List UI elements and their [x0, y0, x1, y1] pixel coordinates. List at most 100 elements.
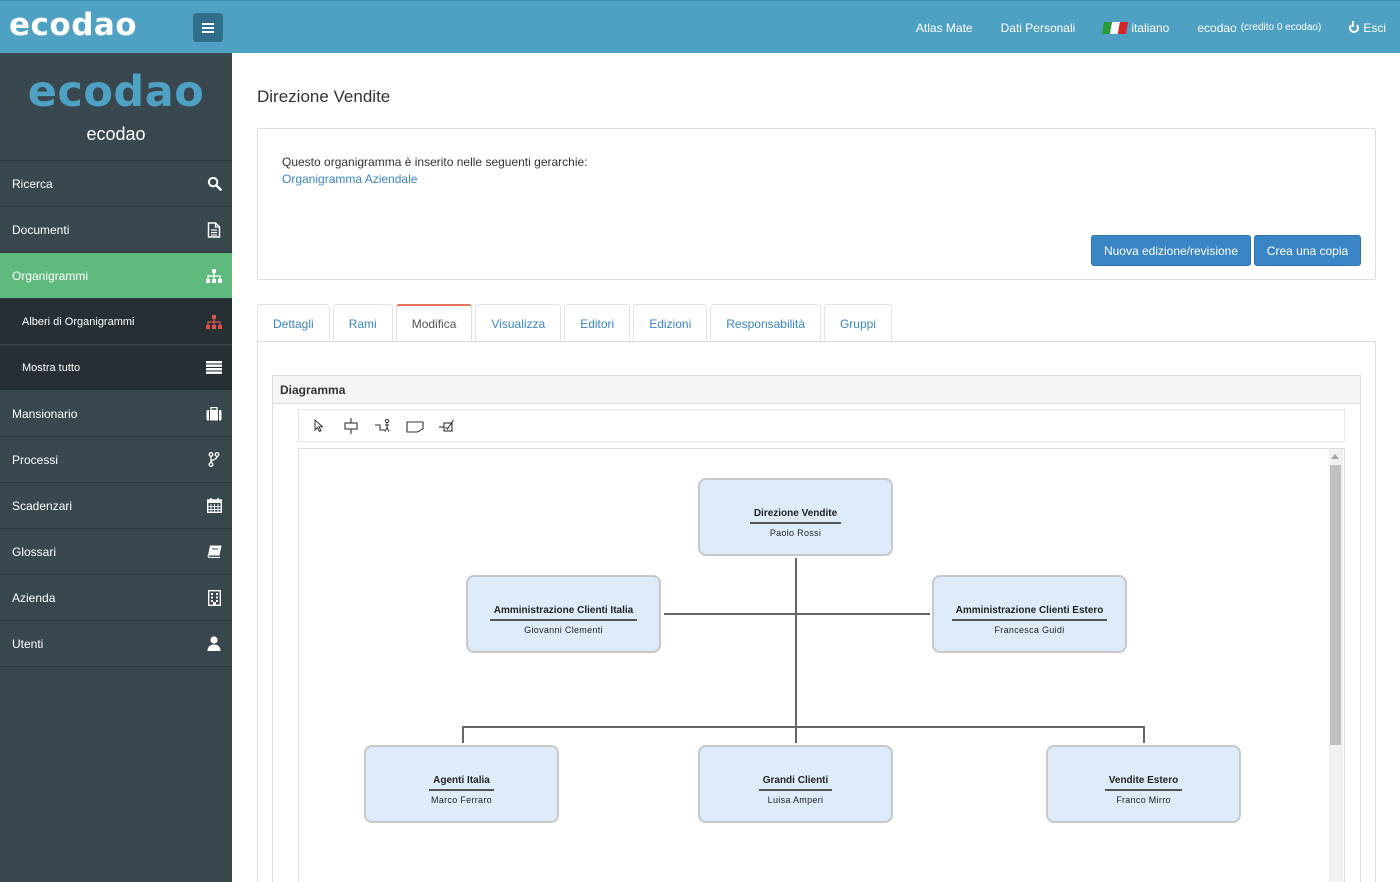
sidebar-item-label: Processi — [12, 452, 59, 467]
sidebar-item-label: Scadenzari — [12, 498, 73, 513]
hierarchy-info-text: Questo organigramma è inserito nelle seg… — [282, 155, 588, 169]
node-title: Direzione Vendite — [749, 508, 842, 524]
diagram-panel: Diagramma Direzione Vendite Paolo Rossi … — [272, 375, 1361, 882]
sidebar-item-utenti[interactable]: Utenti — [0, 621, 232, 667]
sidebar-item-label: Documenti — [12, 222, 70, 237]
language-label: italiano — [1131, 20, 1170, 35]
sidebar-item-glossari[interactable]: Glossari — [0, 529, 232, 575]
sidebar-subitem-label: Alberi di Organigrammi — [22, 315, 135, 328]
diagram-canvas[interactable]: Direzione Vendite Paolo Rossi Amministra… — [298, 448, 1345, 882]
node-title: Agenti Italia — [429, 775, 494, 791]
connector-line — [795, 558, 797, 743]
sidebar-company-name: ecodao — [86, 124, 146, 144]
sitemap-icon — [206, 268, 222, 284]
scrollbar-thumb[interactable] — [1330, 465, 1341, 745]
create-copy-button[interactable]: Crea una copia — [1254, 235, 1361, 266]
sidebar: ecodao ecodao Ricerca Documenti Organigr… — [0, 53, 232, 882]
tab-rami[interactable]: Rami — [332, 304, 393, 342]
org-node-amministrazione-clienti-italia[interactable]: Amministrazione Clienti Italia Giovanni … — [466, 575, 661, 653]
org-node-vendite-estero[interactable]: Vendite Estero Franco Mirro — [1046, 745, 1241, 823]
personal-data-label: Dati Personali — [1000, 20, 1076, 35]
sidebar-item-mansionario[interactable]: Mansionario — [0, 391, 232, 437]
org-node-direzione-vendite[interactable]: Direzione Vendite Paolo Rossi — [698, 478, 893, 556]
tab-editori[interactable]: Editori — [564, 304, 631, 342]
sidebar-item-label: Glossari — [12, 544, 57, 559]
credit-label: (credito 0 ecodao) — [1240, 22, 1322, 33]
org-node-agenti-italia[interactable]: Agenti Italia Marco Ferraro — [364, 745, 559, 823]
sidebar-item-processi[interactable]: Processi — [0, 437, 232, 483]
tab-responsabilita[interactable]: Responsabilità — [710, 304, 821, 342]
branch-icon — [206, 452, 222, 468]
sidebar-item-label: Utenti — [12, 636, 44, 651]
node-person: Francesca Guidi — [994, 625, 1065, 635]
sidebar-subitem-alberi[interactable]: Alberi di Organigrammi — [0, 299, 232, 345]
language-selector[interactable]: italiano — [1089, 21, 1183, 35]
logout-link[interactable]: Esci — [1335, 20, 1400, 35]
calendar-icon — [206, 498, 222, 514]
connector-tool-icon[interactable] — [373, 416, 393, 436]
connector-line — [462, 726, 1145, 728]
sidebar-item-label: Mansionario — [12, 406, 78, 421]
sidebar-item-organigrammi[interactable]: Organigrammi — [0, 253, 232, 299]
sidebar-subitem-mostra-tutto[interactable]: Mostra tutto — [0, 345, 232, 391]
book-icon — [206, 544, 222, 560]
diagram-scrollbar[interactable] — [1329, 449, 1343, 882]
top-navbar: ecodao Atlas Mate Dati Personali italian… — [0, 0, 1400, 53]
sidebar-item-azienda[interactable]: Azienda — [0, 575, 232, 621]
hierarchy-info-panel: Questo organigramma è inserito nelle seg… — [257, 128, 1376, 280]
building-icon — [206, 589, 222, 606]
sidebar-subitem-label: Mostra tutto — [22, 361, 81, 374]
brand-logo[interactable]: ecodao — [9, 7, 137, 43]
pointer-tool-icon[interactable] — [309, 416, 329, 436]
scroll-up-arrow-icon[interactable] — [1331, 454, 1339, 459]
diagram-toolbar — [298, 409, 1345, 442]
tab-modifica[interactable]: Modifica — [395, 304, 473, 342]
user-icon — [206, 636, 222, 652]
node-person: Paolo Rossi — [769, 528, 822, 538]
atlas-mate-link[interactable]: Atlas Mate — [902, 21, 987, 35]
tab-dettagli[interactable]: Dettagli — [257, 304, 330, 342]
sidebar-brand: ecodao ecodao — [0, 53, 232, 161]
atlas-mate-label: Atlas Mate — [915, 20, 973, 35]
sidebar-item-scadenzari[interactable]: Scadenzari — [0, 483, 232, 529]
connector-line — [1143, 726, 1145, 743]
tab-visualizza[interactable]: Visualizza — [475, 304, 562, 342]
tab-gruppi[interactable]: Gruppi — [823, 304, 892, 342]
org-node-amministrazione-clienti-estero[interactable]: Amministrazione Clienti Estero Francesca… — [932, 575, 1127, 653]
org-node-grandi-clienti[interactable]: Grandi Clienti Luisa Amperi — [698, 745, 893, 823]
node-tool-icon[interactable] — [341, 416, 361, 436]
power-icon — [1349, 20, 1360, 33]
tab-bar: Dettagli Rami Modifica Visualizza Editor… — [257, 304, 895, 342]
list-icon — [206, 360, 222, 376]
logout-label: Esci — [1363, 20, 1386, 35]
personal-data-link[interactable]: Dati Personali — [987, 21, 1090, 35]
diagram-panel-title: Diagramma — [273, 376, 1360, 404]
check-tool-icon[interactable] — [437, 416, 457, 436]
sidebar-logo: ecodao — [27, 67, 205, 117]
node-title: Vendite Estero — [1104, 775, 1183, 791]
menu-toggle-button[interactable] — [193, 13, 223, 42]
sidebar-item-documenti[interactable]: Documenti — [0, 207, 232, 253]
main-content: Direzione Vendite Questo organigramma è … — [232, 53, 1400, 882]
node-title: Grandi Clienti — [758, 775, 833, 791]
italian-flag-icon — [1102, 21, 1129, 34]
document-icon — [206, 221, 222, 238]
node-title: Amministrazione Clienti Estero — [951, 605, 1108, 621]
node-person: Luisa Amperi — [767, 795, 824, 805]
account-link[interactable]: ecodao (credito 0 ecodao) — [1183, 21, 1335, 35]
note-tool-icon[interactable] — [405, 416, 425, 436]
hierarchy-link[interactable]: Organigramma Aziendale — [282, 172, 417, 186]
sidebar-item-ricerca[interactable]: Ricerca — [0, 161, 232, 207]
account-label: ecodao — [1197, 20, 1237, 35]
search-icon — [206, 176, 222, 192]
node-person: Franco Mirro — [1116, 795, 1171, 805]
node-person: Marco Ferraro — [431, 795, 492, 805]
connector-line — [462, 726, 464, 743]
connector-line — [664, 613, 930, 615]
tab-edizioni[interactable]: Edizioni — [633, 304, 708, 342]
node-person: Giovanni Clementi — [524, 625, 603, 635]
new-edition-button[interactable]: Nuova edizione/revisione — [1091, 235, 1251, 266]
node-title: Amministrazione Clienti Italia — [489, 605, 638, 621]
sidebar-item-label: Organigrammi — [12, 268, 89, 283]
sidebar-item-label: Azienda — [12, 590, 56, 605]
